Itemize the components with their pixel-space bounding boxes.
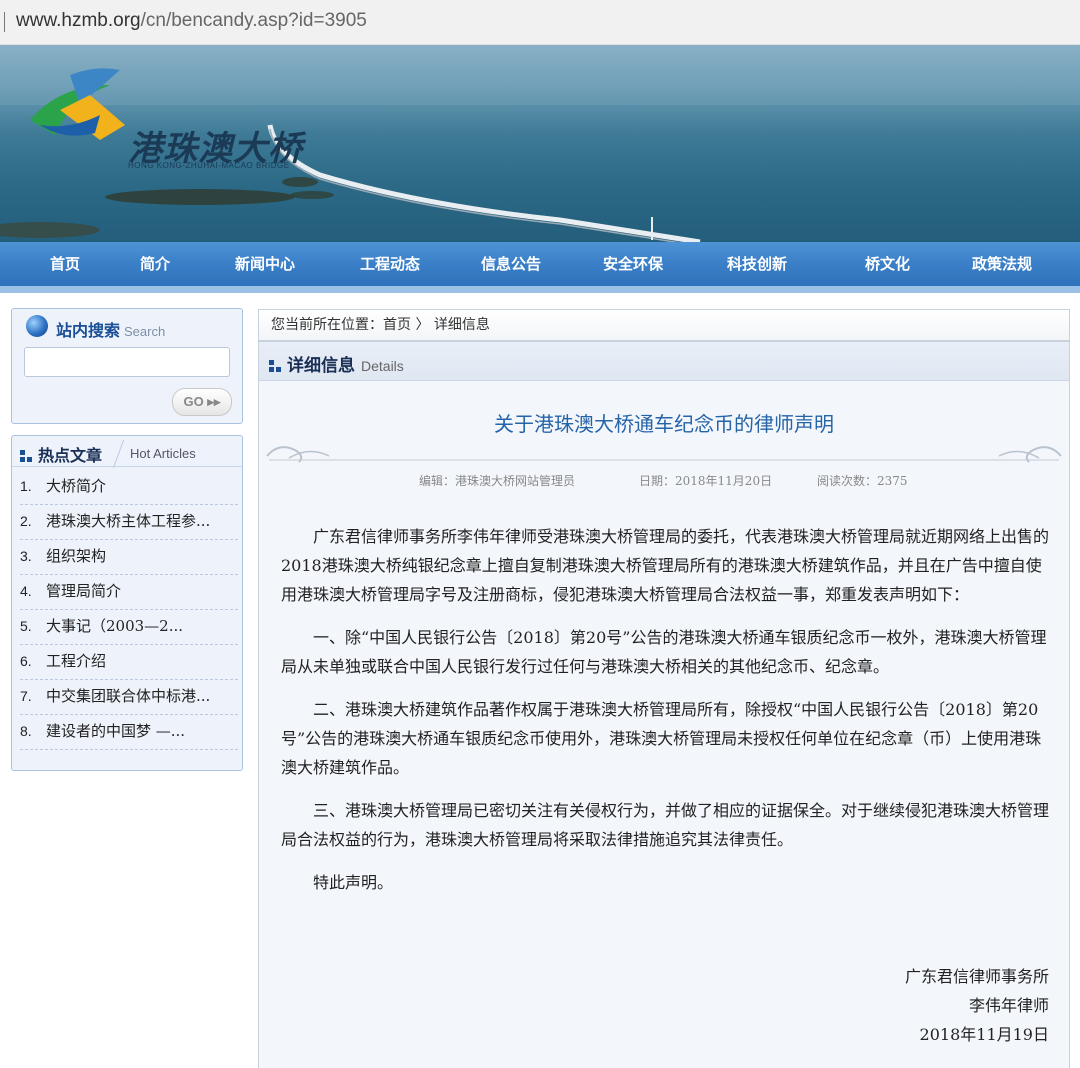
- article-date: 日期：2018年11月20日: [639, 474, 773, 488]
- item-link[interactable]: 中交集团联合体中标港...: [46, 687, 210, 705]
- hot-articles-box: 热点文章 Hot Articles 1. 大桥简介 2. 港珠澳大桥主体工程参...…: [11, 435, 243, 771]
- panel-header: 详细信息 Details: [259, 342, 1069, 381]
- article-body: 广东君信律师事务所李伟年律师受港珠澳大桥管理局的委托，代表港珠澳大桥管理局就近期…: [281, 522, 1051, 911]
- nav-safety[interactable]: 安全环保: [603, 253, 663, 274]
- nav-intro[interactable]: 简介: [140, 253, 170, 274]
- article-paragraph: 一、除“中国人民银行公告〔2018〕第20号”公告的港珠澳大桥通车银质纪念币一枚…: [281, 628, 1047, 676]
- hot-article-item[interactable]: 2. 港珠澳大桥主体工程参...: [20, 505, 238, 540]
- search-input[interactable]: [24, 347, 230, 377]
- signature-firm: 广东君信律师事务所: [904, 967, 1049, 986]
- article-editor: 编辑：港珠澳大桥网站管理员: [419, 474, 576, 488]
- tab-divider: [112, 440, 125, 468]
- text-caret: [4, 12, 5, 32]
- item-number: 3.: [20, 548, 32, 564]
- hot-article-item[interactable]: 7. 中交集团联合体中标港...: [20, 680, 238, 715]
- item-number: 1.: [20, 478, 32, 494]
- item-link[interactable]: 建设者的中国梦 —...: [46, 722, 185, 740]
- hot-articles-title-en: Hot Articles: [130, 446, 196, 461]
- breadcrumb[interactable]: 您当前所在位置：首页 〉 详细信息: [258, 309, 1070, 341]
- hot-articles-title: 热点文章: [20, 442, 102, 466]
- url-path: /cn/bencandy.asp?id=3905: [140, 10, 367, 31]
- article-views: 阅读次数：2375: [817, 474, 908, 488]
- panel-title: 详细信息 Details: [269, 351, 404, 376]
- hot-article-item[interactable]: 4. 管理局简介: [20, 575, 238, 610]
- nav-culture[interactable]: 桥文化: [865, 253, 910, 274]
- article-paragraph: 三、港珠澳大桥管理局已密切关注有关侵权行为，并做了相应的证据保全。对于继续侵犯港…: [281, 801, 1050, 849]
- item-number: 6.: [20, 653, 32, 669]
- search-title-text: 站内搜索: [56, 321, 121, 340]
- article-title: 关于港珠澳大桥通车纪念币的律师声明: [494, 412, 834, 436]
- search-heading: 站内搜索 Search: [26, 315, 166, 341]
- signature-date: 2018年11月19日: [919, 1025, 1049, 1044]
- article-paragraph: 广东君信律师事务所李伟年律师受港珠澳大桥管理局的委托，代表港珠澳大桥管理局就近期…: [281, 527, 1050, 604]
- signature-lawyer: 李伟年律师: [968, 996, 1049, 1015]
- site-search-box: 站内搜索 Search GO ▸▸: [11, 308, 243, 424]
- hot-article-item[interactable]: 5. 大事记（2003—2...: [20, 610, 238, 645]
- hot-article-item[interactable]: 1. 大桥简介: [20, 470, 238, 505]
- article-paragraph: 二、港珠澳大桥建筑作品著作权属于港珠澳大桥管理局所有，除授权“中国人民银行公告〔…: [281, 700, 1042, 777]
- hot-title-text: 热点文章: [38, 446, 103, 465]
- globe-icon: [26, 315, 48, 337]
- nav-policy[interactable]: 政策法规: [972, 253, 1032, 274]
- go-button[interactable]: GO ▸▸: [172, 388, 232, 416]
- hot-articles-header: 热点文章 Hot Articles: [12, 436, 242, 468]
- panel-title-en: Details: [361, 358, 404, 374]
- nav-engineering[interactable]: 工程动态: [360, 253, 420, 274]
- nav-home[interactable]: 首页: [50, 253, 80, 274]
- hot-articles-list: 1. 大桥简介 2. 港珠澳大桥主体工程参... 3. 组织架构 4. 管理局简介 5.…: [12, 470, 242, 750]
- item-link[interactable]: 大桥简介: [46, 477, 106, 495]
- blocks-icon: [269, 360, 281, 372]
- double-arrow-icon: ▸▸: [207, 394, 221, 409]
- hot-article-item[interactable]: 3. 组织架构: [20, 540, 238, 575]
- url-domain: www.hzmb.org: [16, 10, 141, 31]
- item-number: 7.: [20, 688, 32, 704]
- item-link[interactable]: 大事记（2003—2...: [46, 617, 183, 635]
- item-link[interactable]: 工程介绍: [46, 652, 106, 670]
- item-number: 8.: [20, 723, 32, 739]
- item-number: 4.: [20, 583, 32, 599]
- nav-announcements[interactable]: 信息公告: [481, 253, 541, 274]
- address-bar[interactable]: www.hzmb.org/cn/bencandy.asp?id=3905: [0, 0, 1080, 45]
- hot-article-item[interactable]: 8. 建设者的中国梦 —...: [20, 715, 238, 750]
- item-number: 2.: [20, 513, 32, 529]
- nav-tech[interactable]: 科技创新: [727, 253, 787, 274]
- panel-title-text: 详细信息: [287, 356, 355, 376]
- go-label: GO: [183, 394, 204, 409]
- item-link[interactable]: 港珠澳大桥主体工程参...: [46, 512, 210, 530]
- title-ornament: [266, 446, 1062, 463]
- logo-subtitle: HONG KONG-ZHUHAI-MACAO BRIDGE: [128, 161, 290, 170]
- item-link[interactable]: 管理局简介: [46, 582, 121, 600]
- article-paragraph: 特此声明。: [313, 873, 394, 892]
- hot-article-item[interactable]: 6. 工程介绍: [20, 645, 238, 680]
- item-number: 5.: [20, 618, 32, 634]
- item-link[interactable]: 组织架构: [46, 547, 106, 565]
- site-banner: 港珠澳大桥 HONG KONG-ZHUHAI-MACAO BRIDGE: [0, 45, 1080, 242]
- article-signature: 广东君信律师事务所 李伟年律师 2018年11月19日: [905, 962, 1049, 1049]
- url-text[interactable]: www.hzmb.org/cn/bencandy.asp?id=3905: [16, 10, 367, 32]
- search-title-en: Search: [124, 324, 166, 339]
- nav-news[interactable]: 新闻中心: [235, 253, 295, 274]
- main-nav: 首页 简介 新闻中心 工程动态 信息公告 安全环保 科技创新 桥文化 政策法规: [0, 242, 1080, 293]
- blocks-icon: [20, 450, 32, 462]
- article-meta: 编辑：港珠澳大桥网站管理员 日期：2018年11月20日 阅读次数：2375: [259, 472, 1069, 492]
- article-panel: 详细信息 Details 关于港珠澳大桥通车纪念币的律师声明 编辑：港珠澳大桥网站…: [258, 341, 1070, 1068]
